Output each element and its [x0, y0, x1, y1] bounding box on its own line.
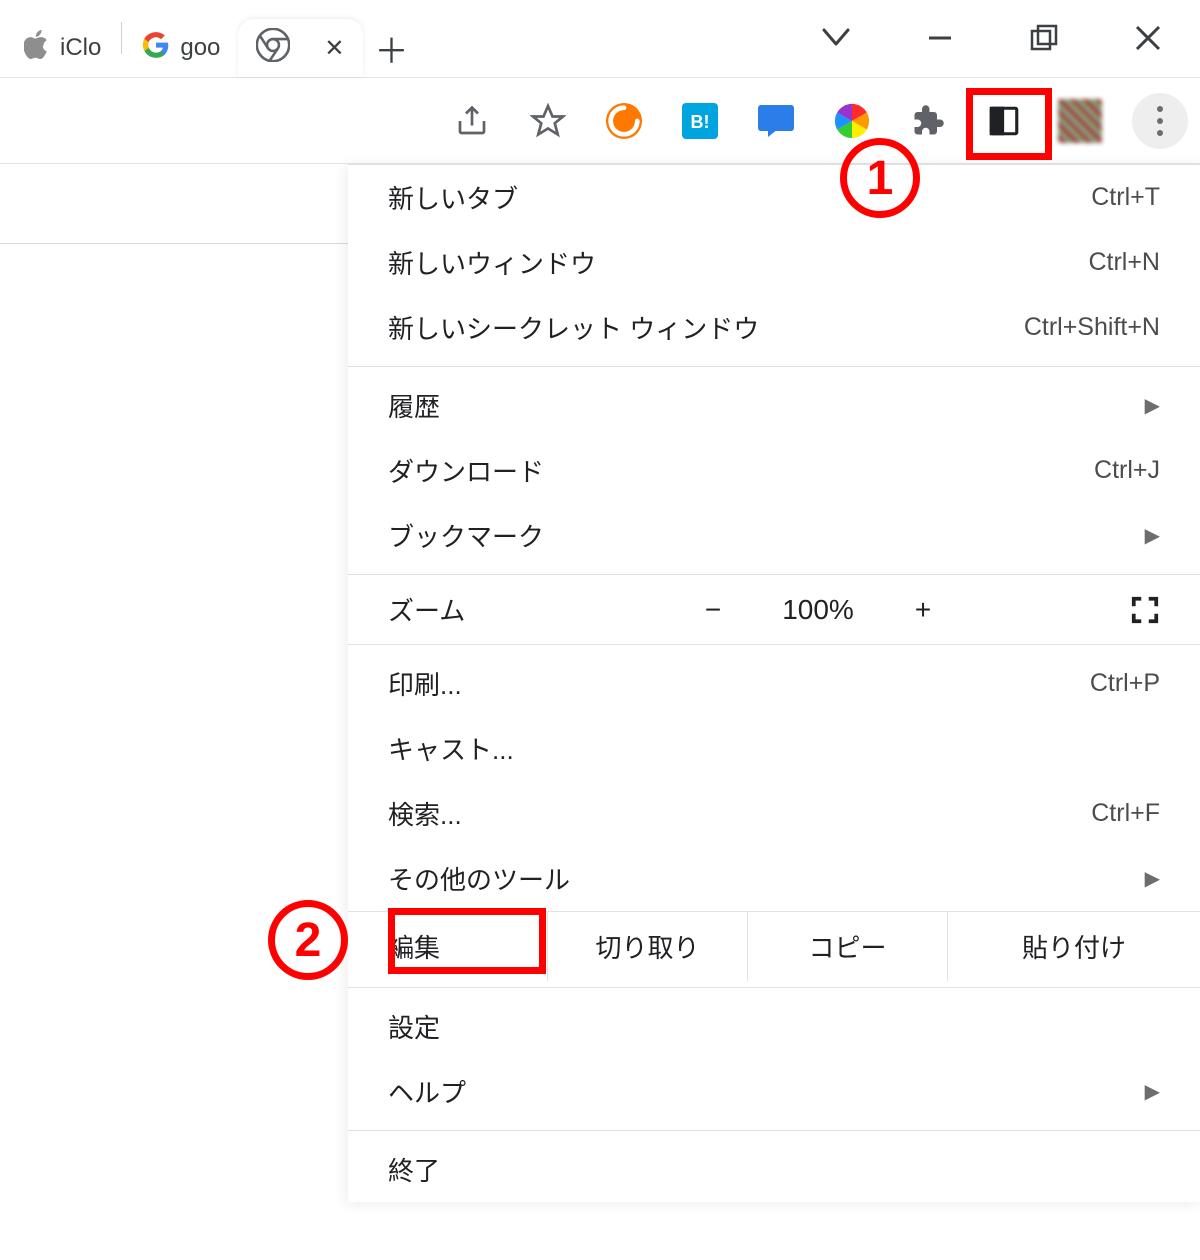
annotation-box-settings [388, 908, 546, 974]
menu-separator [348, 366, 1200, 367]
close-tab-icon[interactable]: ✕ [300, 34, 344, 63]
menu-label: 新しいタブ [388, 179, 518, 216]
menu-item-new-window[interactable]: 新しいウィンドウ Ctrl+N [348, 230, 1200, 295]
dot-icon [1157, 118, 1163, 124]
edit-cut-button[interactable]: 切り取り [548, 911, 748, 981]
chevron-right-icon: ▶ [1145, 523, 1160, 548]
star-icon[interactable] [524, 97, 572, 145]
tab-label: goo [180, 34, 220, 62]
menu-item-bookmarks[interactable]: ブックマーク ▶ [348, 503, 1200, 568]
menu-item-new-incognito[interactable]: 新しいシークレット ウィンドウ Ctrl+Shift+N [348, 295, 1200, 360]
menu-separator [348, 1130, 1200, 1131]
menu-label: その他のツール [388, 860, 570, 897]
extension-avast-icon[interactable] [600, 97, 648, 145]
menu-label: 新しいシークレット ウィンドウ [388, 309, 759, 346]
extension-chat-icon[interactable] [752, 97, 800, 145]
tab-icloud[interactable]: iClo [6, 19, 119, 77]
menu-item-find[interactable]: 検索... Ctrl+F [348, 781, 1200, 846]
window-controls [784, 0, 1200, 77]
extension-colorwheel-icon[interactable] [828, 97, 876, 145]
menu-item-cast[interactable]: キャスト... [348, 716, 1200, 781]
zoom-level: 100% [758, 594, 878, 626]
menu-separator [348, 644, 1200, 645]
tab-separator [121, 22, 122, 54]
menu-label: ズーム [388, 591, 668, 628]
tab-search-button[interactable] [784, 0, 888, 77]
svg-text:B!: B! [691, 112, 710, 132]
menu-item-new-tab[interactable]: 新しいタブ Ctrl+T [348, 165, 1200, 230]
extension-hatena-icon[interactable]: B! [676, 97, 724, 145]
menu-label: 印刷... [388, 665, 462, 702]
menu-label: ブックマーク [388, 517, 544, 554]
menu-separator [348, 987, 1200, 988]
menu-label: 設定 [388, 1008, 440, 1045]
menu-item-downloads[interactable]: ダウンロード Ctrl+J [348, 438, 1200, 503]
tab-active[interactable]: ✕ [238, 19, 362, 77]
tab-google[interactable]: goo [124, 19, 238, 77]
menu-shortcut: Ctrl+T [1091, 183, 1160, 212]
menu-shortcut: Ctrl+J [1094, 456, 1160, 485]
kebab-menu-button[interactable] [1132, 93, 1188, 149]
title-bar: iClo goo ✕ ＋ [0, 0, 1200, 78]
bookmarks-bar-placeholder [0, 164, 348, 244]
annotation-badge-2: 2 [268, 900, 348, 980]
menu-label: 履歴 [388, 387, 440, 424]
maximize-button[interactable] [992, 0, 1096, 77]
annotation-badge-1: 1 [840, 138, 920, 218]
menu-item-settings[interactable]: 設定 [348, 994, 1200, 1059]
edit-paste-button[interactable]: 貼り付け [948, 911, 1200, 981]
menu-label: 新しいウィンドウ [388, 244, 596, 281]
chrome-main-menu: 新しいタブ Ctrl+T 新しいウィンドウ Ctrl+N 新しいシークレット ウ… [348, 164, 1200, 1202]
menu-item-help[interactable]: ヘルプ ▶ [348, 1059, 1200, 1124]
fullscreen-button[interactable] [968, 595, 1160, 625]
minimize-button[interactable] [888, 0, 992, 77]
tab-label: iClo [60, 34, 101, 62]
dot-icon [1157, 130, 1163, 136]
menu-shortcut: Ctrl+Shift+N [1024, 313, 1160, 342]
menu-label: ダウンロード [388, 452, 544, 489]
share-icon[interactable] [448, 97, 496, 145]
chrome-icon [256, 28, 290, 69]
menu-shortcut: Ctrl+N [1088, 248, 1160, 277]
new-tab-button[interactable]: ＋ [363, 19, 421, 77]
menu-label: ヘルプ [388, 1073, 466, 1110]
menu-item-exit[interactable]: 終了 [348, 1137, 1200, 1202]
tab-strip: iClo goo ✕ ＋ [0, 0, 784, 77]
chevron-right-icon: ▶ [1145, 393, 1160, 418]
menu-item-print[interactable]: 印刷... Ctrl+P [348, 651, 1200, 716]
annotation-box-menu [966, 88, 1052, 160]
zoom-in-button[interactable]: + [878, 594, 968, 626]
extensions-puzzle-icon[interactable] [904, 97, 952, 145]
close-window-button[interactable] [1096, 0, 1200, 77]
google-g-icon [142, 31, 170, 66]
chevron-right-icon: ▶ [1145, 1079, 1160, 1104]
menu-shortcut: Ctrl+F [1091, 799, 1160, 828]
menu-shortcut: Ctrl+P [1090, 669, 1160, 698]
menu-label: 終了 [388, 1151, 440, 1188]
dot-icon [1157, 106, 1163, 112]
profile-avatar[interactable] [1056, 97, 1104, 145]
zoom-out-button[interactable]: − [668, 594, 758, 626]
menu-item-history[interactable]: 履歴 ▶ [348, 373, 1200, 438]
menu-item-zoom: ズーム − 100% + [348, 581, 1200, 638]
apple-icon [24, 30, 50, 67]
menu-item-more-tools[interactable]: その他のツール ▶ [348, 846, 1200, 911]
menu-label: キャスト... [388, 730, 514, 767]
chevron-right-icon: ▶ [1145, 866, 1160, 891]
menu-separator [348, 574, 1200, 575]
menu-label: 検索... [388, 795, 462, 832]
edit-copy-button[interactable]: コピー [748, 911, 948, 981]
